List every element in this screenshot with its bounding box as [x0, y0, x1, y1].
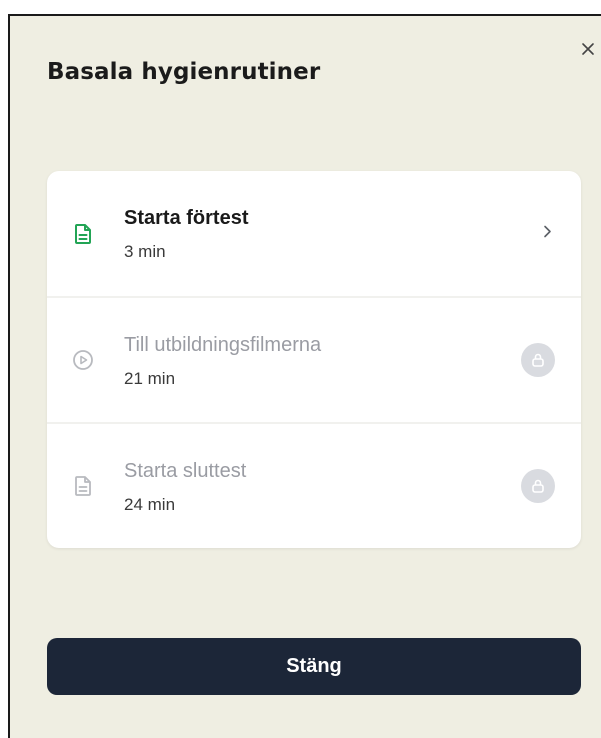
chevron-right-icon: [539, 223, 555, 244]
steps-card: Starta förtest 3 min Till utbildningsfil…: [47, 171, 581, 548]
step-label: Starta sluttest: [124, 460, 247, 482]
document-icon: [71, 222, 95, 246]
dialog-title: Basala hygienrutiner: [47, 59, 321, 85]
close-button[interactable]: Stäng: [47, 638, 581, 695]
step-item-final-test: Starta sluttest 24 min: [47, 422, 581, 547]
step-item-pretest[interactable]: Starta förtest 3 min: [47, 171, 581, 296]
step-label: Starta förtest: [124, 207, 249, 229]
play-circle-icon: [71, 348, 95, 372]
lock-icon: [521, 342, 555, 377]
modal-dialog: Basala hygienrutiner Starta förtest 3 mi…: [8, 14, 601, 738]
step-duration: 24 min: [124, 495, 176, 514]
step-label: Till utbildningsfilmerna: [124, 334, 322, 356]
step-item-training-films: Till utbildningsfilmerna 21 min: [47, 296, 581, 421]
step-duration: 3 min: [124, 242, 166, 261]
document-icon: [71, 474, 95, 498]
close-icon[interactable]: [581, 42, 595, 56]
lock-icon: [521, 468, 555, 503]
step-duration: 21 min: [124, 369, 176, 388]
